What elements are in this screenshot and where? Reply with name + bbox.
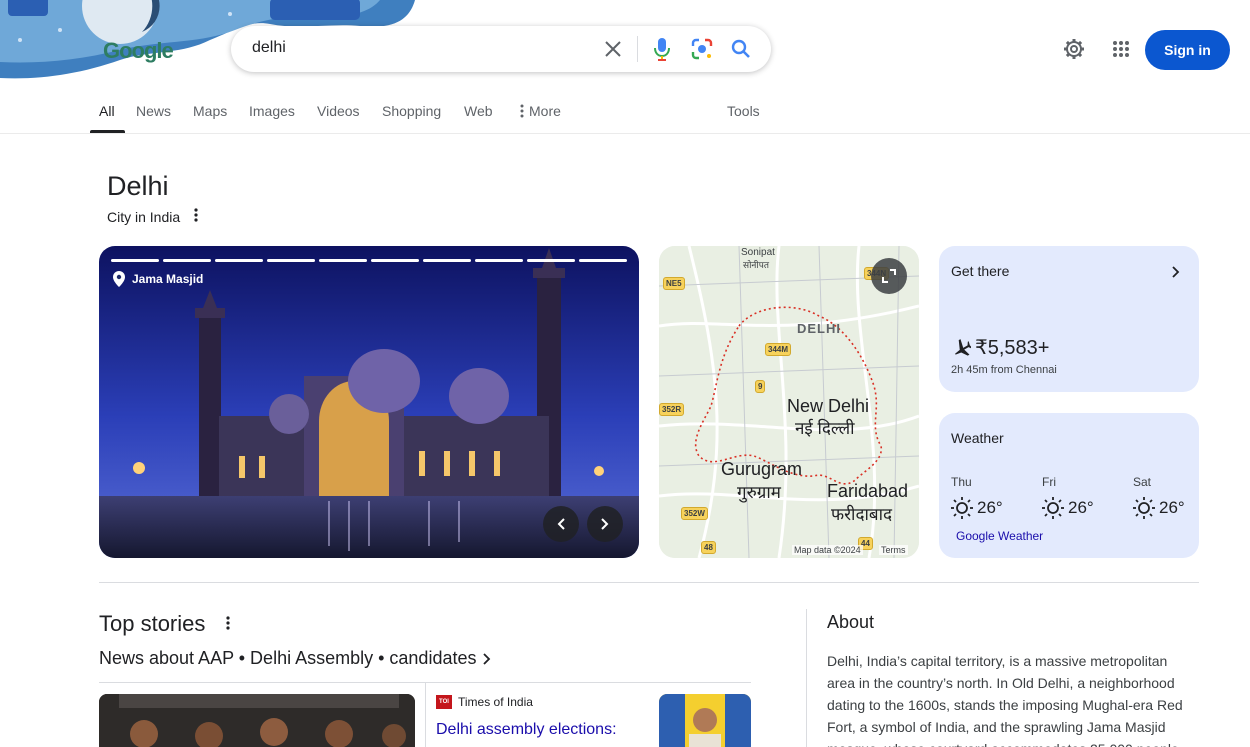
tab-shopping[interactable]: Shopping	[382, 103, 441, 119]
microphone-icon[interactable]	[650, 37, 674, 61]
location-pin-icon	[113, 271, 125, 287]
section-divider	[99, 582, 1199, 583]
sun-icon	[1042, 497, 1064, 519]
sign-in-button[interactable]: Sign in	[1145, 30, 1230, 70]
road-shield: 344M	[765, 343, 792, 356]
chevron-right-icon	[1172, 266, 1180, 278]
tab-web[interactable]: Web	[464, 103, 493, 119]
top-stories-subtitle: News about AAP • Delhi Assembly • candid…	[99, 648, 477, 668]
about-divider	[806, 609, 807, 747]
top-stories-title: Top stories	[99, 611, 206, 636]
top-stories-subtitle-link[interactable]: News about AAP • Delhi Assembly • candid…	[99, 648, 492, 669]
photo-place-tag: Jama Masjid	[113, 271, 203, 287]
road-shield: NE5	[663, 277, 685, 290]
google-weather-link[interactable]: Google Weather	[956, 529, 1043, 543]
entity-more-icon[interactable]	[190, 207, 202, 225]
airplane-icon	[955, 338, 971, 356]
story-divider	[425, 683, 426, 747]
flight-price: ₹5,583+	[975, 337, 1050, 359]
more-vert-icon	[520, 104, 524, 118]
map-expand-button[interactable]	[871, 258, 907, 294]
tab-videos[interactable]: Videos	[317, 103, 360, 119]
weather-title: Weather	[951, 430, 1004, 446]
story-thumbnail[interactable]	[659, 694, 751, 747]
toi-logo-icon: TOI	[436, 695, 452, 709]
map-terms-link[interactable]: Terms	[879, 545, 908, 555]
apps-grid-icon[interactable]	[1109, 37, 1133, 61]
flight-price-row: ₹5,583+	[951, 335, 1049, 360]
weather-day: Fri	[1042, 475, 1056, 489]
about-title: About	[827, 612, 875, 632]
weather-temp: 26°	[977, 498, 1003, 517]
sun-icon	[1133, 497, 1155, 519]
tab-more[interactable]: More	[520, 103, 561, 119]
entity-subtitle: City in India	[107, 209, 181, 225]
top-stories-more-icon[interactable]	[222, 615, 234, 633]
search-divider	[637, 36, 638, 62]
tab-all[interactable]: All	[99, 103, 115, 119]
entity-title: Delhi	[107, 171, 169, 201]
map-label-sonipat-hindi: सोनीपत	[743, 260, 769, 270]
photo-place-label: Jama Masjid	[132, 272, 204, 286]
tab-news[interactable]: News	[136, 103, 171, 119]
weather-day: Thu	[951, 475, 972, 489]
active-tab-indicator	[90, 130, 125, 133]
tools-button[interactable]: Tools	[727, 103, 760, 119]
sun-icon	[951, 497, 973, 519]
weather-forecast: 26°	[951, 497, 1003, 519]
map-label-gurugram-hindi: गुरुग्राम	[737, 483, 781, 502]
chevron-right-icon	[601, 518, 609, 530]
weather-temp: 26°	[1159, 498, 1185, 517]
story-source-name: Times of India	[458, 695, 533, 709]
map-label-faridabad-hindi: फरीदाबाद	[831, 505, 893, 524]
chevron-left-icon	[557, 518, 565, 530]
get-there-card[interactable]: Get there ₹5,583+ 2h 45m from Chennai	[939, 246, 1199, 392]
tab-more-label: More	[529, 103, 561, 119]
road-shield: 352W	[681, 507, 708, 520]
about-text: Delhi, India’s capital territory, is a m…	[827, 653, 1183, 747]
settings-gear-icon[interactable]	[1062, 37, 1086, 61]
search-icon[interactable]	[729, 37, 753, 61]
search-tabs: All News Maps Images Videos Shopping Web…	[0, 88, 1250, 134]
lens-icon[interactable]	[690, 37, 714, 61]
map-label-new-delhi: New Delhi	[787, 396, 870, 416]
map-label-gurugram: Gurugram	[721, 459, 803, 479]
carousel-next-button[interactable]	[587, 506, 623, 542]
get-there-title: Get there	[951, 263, 1010, 279]
road-shield: 48	[701, 541, 716, 554]
map-label-new-delhi-hindi: नई दिल्ली	[795, 419, 855, 438]
story-image[interactable]	[99, 694, 415, 747]
expand-icon	[882, 269, 896, 283]
clear-icon[interactable]	[601, 37, 625, 61]
map-attribution: Map data ©2024	[792, 545, 863, 555]
story-headline-link[interactable]: Delhi assembly elections:	[436, 721, 617, 739]
tab-images[interactable]: Images	[249, 103, 295, 119]
search-input[interactable]: delhi	[252, 39, 286, 57]
flight-detail: 2h 45m from Chennai	[951, 364, 1057, 376]
story-source: TOI Times of India	[436, 695, 533, 709]
chevron-right-icon	[483, 652, 491, 665]
weather-forecast: 26°	[1042, 497, 1094, 519]
weather-card: Weather Thu Fri Sat 26° 26° 26° Google W…	[939, 413, 1199, 558]
map-label-delhi: DELHI	[797, 321, 841, 336]
weather-forecast: 26°	[1133, 497, 1185, 519]
carousel-prev-button[interactable]	[543, 506, 579, 542]
map-label-faridabad: Faridabad	[827, 481, 909, 501]
weather-day: Sat	[1133, 475, 1152, 489]
weather-temp: 26°	[1068, 498, 1094, 517]
tab-maps[interactable]: Maps	[193, 103, 227, 119]
road-shield: 352R	[659, 403, 685, 416]
carousel-progress	[111, 259, 627, 262]
map-preview[interactable]: Sonipat सोनीपत DELHI New Delhi नई दिल्ली…	[659, 246, 919, 558]
road-shield: 9	[755, 380, 766, 393]
search-box: delhi	[231, 26, 771, 72]
google-logo[interactable]: Google	[103, 38, 174, 64]
map-label-sonipat: Sonipat	[741, 247, 775, 258]
